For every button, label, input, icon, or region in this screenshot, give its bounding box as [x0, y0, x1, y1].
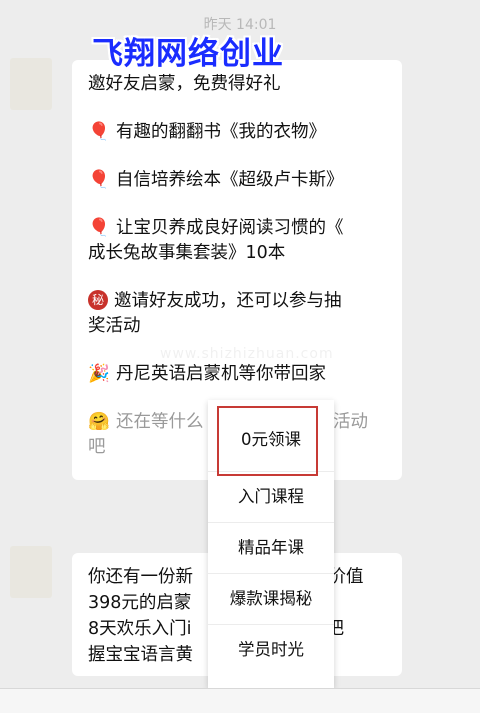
bottom-bar	[0, 688, 480, 713]
menu-item-intro-course[interactable]: 入门课程	[208, 471, 334, 521]
list-item: 🎈 自信培养绘本《超级卢卡斯》	[88, 168, 388, 193]
list-item-text: 丹尼英语启蒙机等你带回家	[116, 364, 326, 384]
list-item: 🎈 让宝贝养成良好阅读习惯的《 成长兔故事集套装》10本	[88, 216, 388, 266]
menu-item-premium-annual[interactable]: 精品年课	[208, 522, 334, 572]
menu-item-student-moments[interactable]: 学员时光	[208, 624, 334, 674]
balloon-icon: 🎈	[88, 218, 110, 238]
secret-icon: 秘	[88, 290, 108, 310]
list-item-text: 还在等什么	[116, 412, 204, 432]
list-item-text: 奖活动	[88, 316, 141, 336]
balloon-icon: 🎈	[88, 170, 110, 190]
menu-item-hot-course-reveal[interactable]: 爆款课揭秘	[208, 573, 334, 623]
list-item-text: 让宝贝养成良好阅读习惯的《	[116, 218, 344, 238]
message-text: 邀好友启蒙，免费得好礼	[88, 74, 281, 94]
avatar[interactable]	[10, 58, 52, 110]
watermark: www.shizhizhuan.com	[160, 346, 334, 362]
list-item-text: 自信培养绘本《超级卢卡斯》	[116, 170, 344, 190]
highlight-box	[217, 406, 318, 476]
list-item-text: 成长兔故事集套装》10本	[88, 243, 286, 263]
list-item: 秘邀请好友成功，还可以参与抽 奖活动	[88, 289, 388, 339]
list-item: 🎈 有趣的翻翻书《我的衣物》	[88, 120, 388, 145]
hug-icon: 🤗	[88, 412, 110, 432]
list-item-text: 邀请好友成功，还可以参与抽	[114, 291, 342, 311]
party-popper-icon: 🎉	[88, 364, 110, 384]
avatar[interactable]	[10, 546, 52, 598]
list-item: 🎉 丹尼英语启蒙机等你带回家	[88, 362, 388, 387]
balloon-icon: 🎈	[88, 122, 110, 142]
overlay-title: 飞翔网络创业	[92, 36, 284, 72]
list-item-text: 有趣的翻翻书《我的衣物》	[116, 122, 326, 142]
